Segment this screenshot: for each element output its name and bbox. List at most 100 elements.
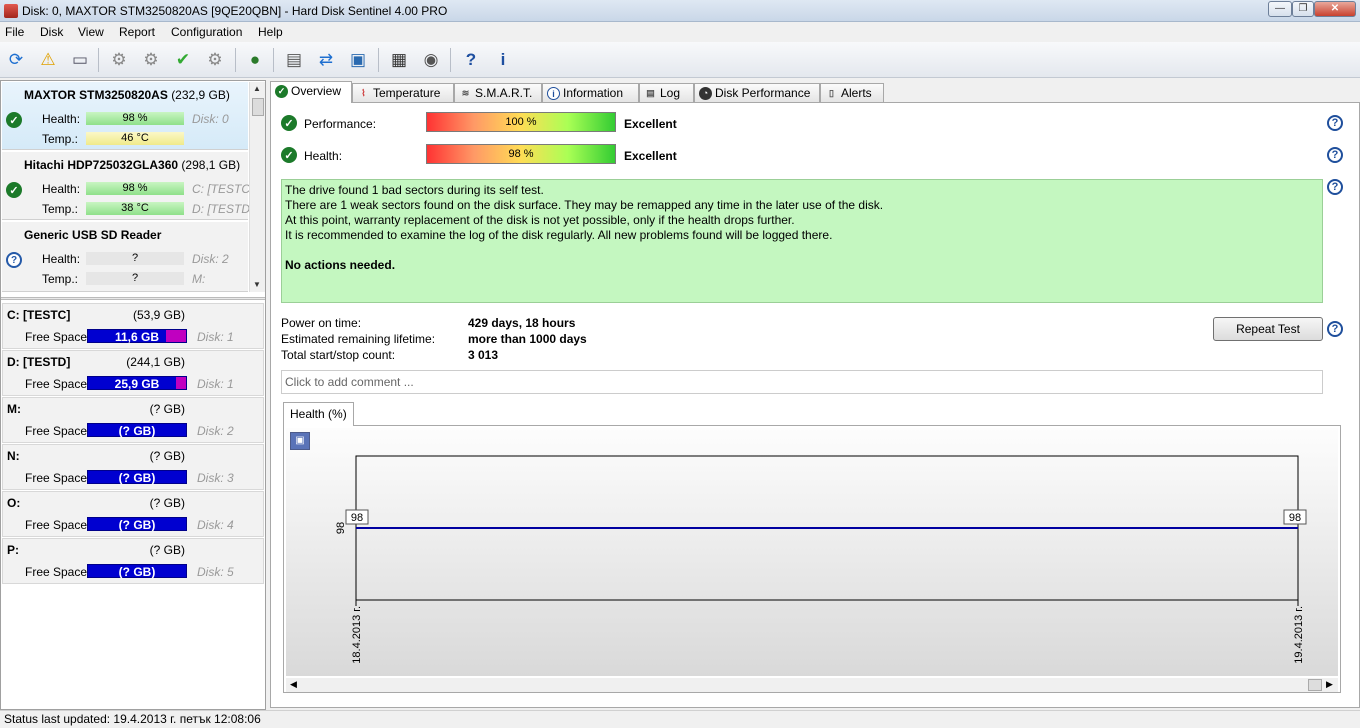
close-button[interactable]: ✕ <box>1314 1 1356 17</box>
x-tick-label: 19.4.2013 г. <box>1293 606 1305 664</box>
volume-disk: Disk: 1 <box>197 377 234 391</box>
menu-view[interactable]: View <box>78 25 104 39</box>
volume-name: P: <box>7 543 19 557</box>
tab-health-chart[interactable]: Health (%) <box>283 402 354 426</box>
volume-panel[interactable]: D: [TESTD] (244,1 GB) Free Space 25,9 GB Dis… <box>2 350 264 396</box>
menu-configuration[interactable]: Configuration <box>171 25 242 39</box>
disk-panel-2[interactable]: Generic USB SD Reader ? Health: ? Disk: … <box>2 222 248 292</box>
network-icon[interactable]: ▣ <box>345 47 371 73</box>
free-space-bar: (? GB) <box>87 470 187 485</box>
disk-size: (298,1 GB) <box>181 158 241 172</box>
benchmark-icon[interactable]: ▦ <box>386 47 412 73</box>
tab-log[interactable]: ▤ Log <box>639 83 694 103</box>
info-icon[interactable]: i <box>490 47 516 73</box>
disk-name: MAXTOR STM3250820AS <box>24 88 168 102</box>
tab-alerts[interactable]: ▯ Alerts <box>820 83 884 103</box>
performance-rating: Excellent <box>624 117 677 131</box>
disk-volume-c: C: [TESTC] <box>192 182 254 196</box>
volume-panel[interactable]: O: (? GB) Free Space (? GB) Disk: 4 <box>2 491 264 537</box>
health-rating: Excellent <box>624 149 677 163</box>
tab-overview[interactable]: ✓ Overview <box>270 81 352 103</box>
temp-label: Temp.: <box>42 202 79 216</box>
health-bar: ? <box>86 252 184 265</box>
chart-scrollbar[interactable]: ◀ ▶ <box>286 678 1338 692</box>
scroll-down-icon[interactable]: ▼ <box>253 280 261 289</box>
disk-index: Disk: 0 <box>192 112 229 126</box>
menu-file[interactable]: File <box>5 25 24 39</box>
free-space-label: Free Space <box>25 330 88 344</box>
temp-bar: 38 °C <box>86 202 184 215</box>
volume-panel[interactable]: P: (? GB) Free Space (? GB) Disk: 5 <box>2 538 264 584</box>
help-icon[interactable]: ? <box>458 47 484 73</box>
menu-help[interactable]: Help <box>258 25 283 39</box>
health-chart: 98 98 98 18.4.2013 г. 19.4.2013 г. <box>335 455 1307 664</box>
disk-icon[interactable]: ▭ <box>67 47 93 73</box>
free-space-bar: (? GB) <box>87 517 187 532</box>
report-icon[interactable]: ▤ <box>281 47 307 73</box>
scroll-up-icon[interactable]: ▲ <box>253 84 261 93</box>
info-icon: i <box>547 87 560 100</box>
scroll-left-icon[interactable]: ◀ <box>290 679 297 690</box>
check-icon: ✓ <box>275 85 288 98</box>
maximize-button[interactable]: ❐ <box>1292 1 1314 17</box>
help-icon[interactable]: ? <box>1327 147 1343 163</box>
help-icon[interactable]: ? <box>1327 179 1343 195</box>
sync-icon[interactable]: ⇄ <box>313 47 339 73</box>
sound-icon[interactable]: ◉ <box>418 47 444 73</box>
tab-temperature[interactable]: ⌇ Temperature <box>352 83 454 103</box>
disk-name: Generic USB SD Reader <box>24 228 162 242</box>
volume-name: N: <box>7 449 20 463</box>
tab-disk-performance[interactable]: ◔ Disk Performance <box>694 83 820 103</box>
volume-disk: Disk: 1 <box>197 330 234 344</box>
overview-panel: ✓ Performance: 100 % Excellent ? ✓ Healt… <box>270 102 1360 708</box>
volume-disk: Disk: 3 <box>197 471 234 485</box>
app-icon <box>4 4 18 18</box>
disk-panel-0[interactable]: MAXTOR STM3250820AS (232,9 GB) ✓ Health:… <box>2 82 248 150</box>
disk-list-scrollbar[interactable]: ▲ ▼ <box>249 82 265 292</box>
health-bar: 98 % <box>86 182 184 195</box>
scroll-thumb[interactable] <box>252 98 264 116</box>
scroll-right-icon[interactable]: ▶ <box>1326 679 1333 690</box>
startstop-value: 3 013 <box>468 348 499 362</box>
message-line: At this point, warranty replacement of t… <box>285 213 795 227</box>
pane-splitter[interactable] <box>1 297 265 300</box>
volume-panel[interactable]: N: (? GB) Free Space (? GB) Disk: 3 <box>2 444 264 490</box>
refresh-icon[interactable]: ⟳ <box>3 47 29 73</box>
data-label: 98 <box>1289 512 1301 524</box>
volume-panel[interactable]: C: [TESTC] (53,9 GB) Free Space 11,6 GB Disk… <box>2 303 264 349</box>
alert-icon[interactable]: ⚠ <box>35 47 61 73</box>
volume-name: O: <box>7 496 21 510</box>
menu-report[interactable]: Report <box>119 25 155 39</box>
tab-smart[interactable]: ≋ S.M.A.R.T. <box>454 83 542 103</box>
alerts-icon: ▯ <box>829 88 834 98</box>
message-line: The drive found 1 bad sectors during its… <box>285 183 544 197</box>
disk-name: Hitachi HDP725032GLA360 <box>24 158 179 172</box>
comment-field[interactable]: Click to add comment ... <box>281 370 1323 394</box>
help-icon[interactable]: ? <box>1327 321 1343 337</box>
repeat-test-button[interactable]: Repeat Test <box>1213 317 1323 341</box>
menu-disk[interactable]: Disk <box>40 25 63 39</box>
action-text: No actions needed. <box>285 258 396 272</box>
free-space-label: Free Space <box>25 377 88 391</box>
disk-panel-1[interactable]: Hitachi HDP725032GLA360 (298,1 GB) ✓ Hea… <box>2 152 253 220</box>
status-message-box: The drive found 1 bad sectors during its… <box>281 179 1323 303</box>
globe-icon[interactable]: ● <box>242 47 268 73</box>
startstop-label: Total start/stop count: <box>281 348 396 362</box>
disk-remove-icon[interactable]: ⚙ <box>202 47 228 73</box>
performance-label: Performance: <box>304 117 377 131</box>
health-bar: 98 % <box>426 144 616 164</box>
help-icon[interactable]: ? <box>1327 115 1343 131</box>
tab-information[interactable]: i Information <box>542 83 639 103</box>
minimize-button[interactable]: — <box>1268 1 1292 17</box>
disk-check-icon[interactable]: ✔ <box>170 47 196 73</box>
scroll-thumb[interactable] <box>1308 679 1322 691</box>
volume-disk: Disk: 4 <box>197 518 234 532</box>
log-icon: ▤ <box>646 88 655 98</box>
volume-panel[interactable]: M: (? GB) Free Space (? GB) Disk: 2 <box>2 397 264 443</box>
disk-tools-icon[interactable]: ⚙ <box>106 47 132 73</box>
disk-test-icon[interactable]: ⚙ <box>138 47 164 73</box>
volume-name: M: <box>7 402 21 416</box>
gauge-icon: ◔ <box>699 87 712 100</box>
volume-size: (? GB) <box>149 496 185 510</box>
ok-status-icon: ✓ <box>281 115 297 131</box>
